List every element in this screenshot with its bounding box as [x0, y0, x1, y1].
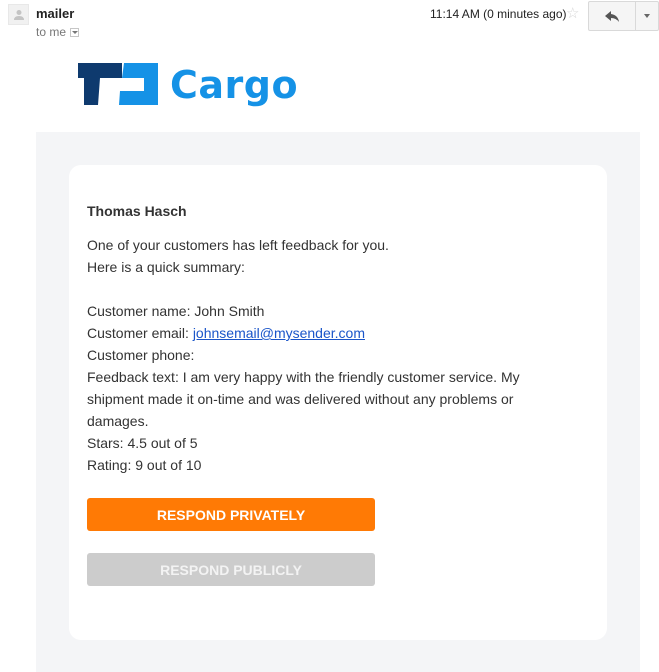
- caret-down-icon: [644, 14, 650, 18]
- customer-phone-row: Customer phone:: [87, 344, 547, 366]
- brand-name: Cargo: [170, 63, 299, 107]
- greeting-name: Thomas Hasch: [87, 203, 187, 219]
- respond-publicly-button[interactable]: RESPOND PUBLICLY: [87, 553, 375, 586]
- respond-privately-button[interactable]: RESPOND PRIVATELY: [87, 498, 375, 531]
- reply-button-group: [588, 1, 659, 31]
- feedback-label: Feedback text:: [87, 369, 183, 385]
- email-content: Thomas Hasch One of your customers has l…: [87, 200, 547, 476]
- recipient-label: to me: [36, 25, 67, 39]
- recipient-line: to me: [36, 25, 80, 39]
- person-icon: [14, 10, 24, 20]
- rating-row: Rating: 9 out of 10: [87, 454, 547, 476]
- star-icon[interactable]: ☆: [566, 4, 579, 22]
- feedback-row: Feedback text: I am very happy with the …: [87, 366, 547, 432]
- reply-arrow-icon: [605, 10, 619, 22]
- customer-email-row: Customer email: johnsemail@mysender.com: [87, 322, 547, 344]
- caret-down-icon[interactable]: [70, 27, 80, 37]
- more-options-button[interactable]: [636, 2, 658, 30]
- logo-dark-part: [78, 63, 122, 105]
- stars-value: 4.5 out of 5: [127, 435, 198, 451]
- customer-email-link[interactable]: johnsemail@mysender.com: [193, 325, 365, 341]
- intro-line-1: One of your customers has left feedback …: [87, 237, 389, 253]
- rating-label: Rating:: [87, 457, 136, 473]
- stars-label: Stars:: [87, 435, 128, 451]
- customer-name-label: Customer name:: [87, 303, 195, 319]
- sender-name[interactable]: mailer: [36, 6, 74, 21]
- customer-name-value: John Smith: [194, 303, 265, 319]
- stars-row: Stars: 4.5 out of 5: [87, 432, 547, 454]
- cargo-logo-mark: [78, 63, 158, 105]
- reply-button[interactable]: [589, 2, 636, 30]
- customer-email-label: Customer email:: [87, 325, 193, 341]
- intro-line-2: Here is a quick summary:: [87, 259, 245, 275]
- customer-name-row: Customer name: John Smith: [87, 300, 547, 322]
- logo-light-part: [119, 63, 158, 105]
- timestamp: 11:14 AM (0 minutes ago): [430, 7, 567, 21]
- customer-phone-label: Customer phone:: [87, 347, 195, 363]
- sender-avatar[interactable]: [8, 4, 29, 25]
- rating-value: 9 out of 10: [135, 457, 202, 473]
